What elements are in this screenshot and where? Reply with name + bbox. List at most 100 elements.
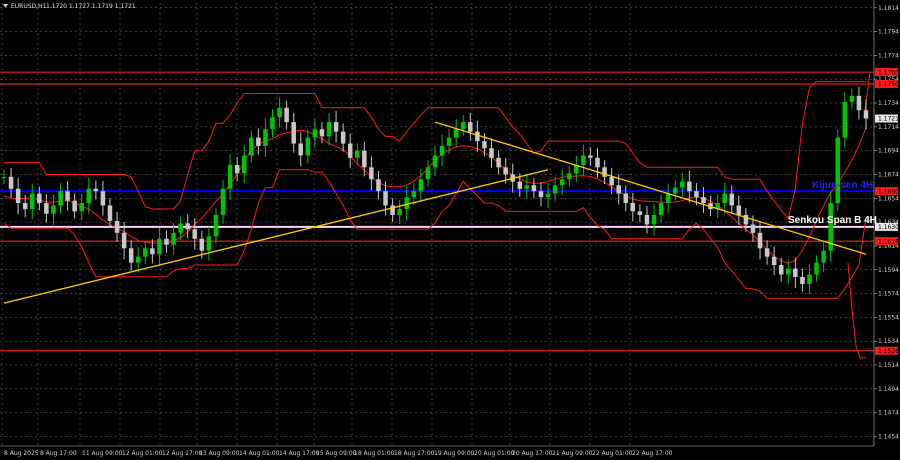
candle-body (369, 167, 374, 180)
candle-body (552, 185, 558, 194)
symbol-label: EURUSD,H1 (11, 3, 47, 10)
candle-body (234, 164, 240, 174)
candle-body (256, 137, 261, 146)
candle-body (736, 205, 742, 215)
candle-body (694, 191, 699, 198)
candle-body (227, 164, 233, 189)
price-tag-label: 1.1618 (878, 238, 899, 245)
candle-body (630, 203, 636, 212)
candle-body (778, 264, 784, 275)
x-tick-label: 22 Aug 17:00 (632, 450, 673, 457)
candle-body (432, 155, 438, 168)
candle-body (849, 95, 855, 102)
candle-body (856, 95, 862, 111)
candle-body (545, 193, 551, 198)
candle-body (623, 193, 629, 204)
candle-body (241, 155, 247, 174)
candle-body (135, 256, 141, 263)
candle-body (411, 191, 417, 198)
candle-body (362, 150, 367, 168)
candle-body (771, 256, 777, 265)
chart-window[interactable]: 1.1814 1.1794 1.1774 1.1754 1.1734 1.1714 1.16… (0, 0, 900, 460)
candle-body (496, 157, 501, 168)
y-tick-label: 1.1694 (878, 148, 899, 155)
candle-body (701, 197, 706, 204)
y-tick-label: 1.1734 (878, 100, 899, 107)
candle-body (842, 101, 848, 138)
y-tick-label: 1.1454 (878, 433, 899, 440)
candle-body (284, 107, 289, 123)
candle-body (263, 129, 268, 146)
candle-body (559, 179, 565, 186)
candle-body (651, 214, 657, 225)
candle-body (143, 248, 148, 257)
candle-body (588, 155, 593, 158)
candle-body (524, 185, 530, 189)
x-tick-label: 12 Aug 17:00 (162, 450, 203, 457)
candle-body (672, 187, 678, 194)
candle-body (418, 179, 424, 192)
x-tick-label: 8 Aug 17:00 (40, 450, 77, 457)
candle-body (566, 173, 572, 180)
candle-body (581, 155, 586, 165)
candle-body (199, 238, 205, 251)
candle-body (687, 181, 692, 192)
candle-body (439, 145, 445, 156)
candle-body (270, 117, 275, 130)
y-tick-label: 1.1574 (878, 291, 899, 298)
candle-body (757, 232, 763, 249)
candle-body (722, 193, 727, 204)
candle-body (44, 203, 49, 214)
candle-body (1, 176, 7, 178)
candle-body (121, 232, 127, 249)
price-tag-label: 1.1750 (878, 81, 899, 88)
candle-body (333, 122, 339, 132)
y-tick-label: 1.1514 (878, 362, 899, 369)
candle-body (107, 205, 113, 221)
candle-body (298, 143, 304, 156)
candle-body (305, 137, 311, 156)
candle-body (100, 191, 106, 206)
candle-body (807, 274, 812, 285)
x-tick-label: 22 Aug 01:00 (592, 450, 633, 457)
candle-body (644, 214, 650, 225)
price-tag-label: 1.1630 (878, 224, 899, 231)
candle-body (376, 179, 381, 192)
y-tick-label: 1.1654 (878, 195, 899, 202)
candle-body (446, 137, 452, 146)
candle-body (51, 205, 56, 214)
x-tick-label: 14 Aug 17:00 (279, 450, 320, 457)
candle-body (164, 238, 169, 245)
y-tick-label: 1.1534 (878, 338, 899, 345)
candle-body (93, 188, 99, 192)
candle-body (602, 167, 607, 177)
candle-body (475, 131, 480, 142)
candle-body (814, 262, 819, 275)
candle-body (72, 200, 77, 212)
candle-body (206, 236, 212, 251)
candle-body (863, 110, 869, 119)
y-tick-label: 1.1814 (878, 5, 899, 12)
price-tag-label: 1.1660 (878, 188, 899, 195)
candle-body (425, 167, 431, 180)
candle-body (397, 209, 402, 215)
candle-body (658, 203, 664, 215)
y-tick-label: 1.1794 (878, 29, 899, 36)
y-tick-label: 1.1774 (878, 52, 899, 59)
candle-body (291, 122, 296, 144)
price-tag-label: 1.1721 (878, 116, 899, 123)
candle-body (220, 188, 226, 215)
candle-body (171, 232, 176, 245)
candle-body (185, 223, 190, 230)
plot-background (0, 0, 900, 460)
candle-body (30, 193, 35, 210)
x-tick-label: 13 Aug 09:00 (199, 450, 240, 457)
price-chart[interactable]: 1.18141.17941.17741.17541.17341.17141.16… (0, 0, 900, 460)
candle-body (404, 197, 409, 210)
candle-body (637, 211, 643, 215)
x-tick-label: 20 Aug 01:00 (474, 450, 515, 457)
symbol-header: EURUSD,H1 1.1720 1.1727 1.1719 1.1721 (3, 3, 136, 10)
x-tick-label: 11 Aug 09:00 (82, 450, 123, 457)
x-tick-label: 15 Aug 09:00 (316, 450, 357, 457)
candle-body (8, 176, 14, 189)
